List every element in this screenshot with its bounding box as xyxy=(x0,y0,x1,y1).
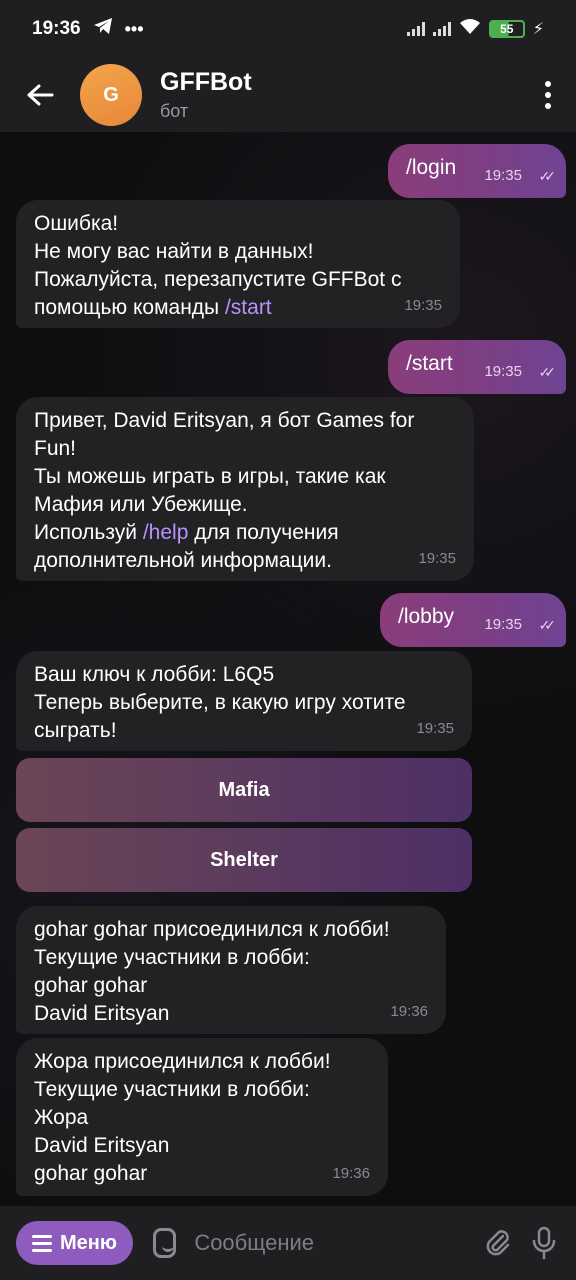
battery-icon: 55 xyxy=(488,20,525,38)
outgoing-message[interactable]: /start 19:35 ✓✓ xyxy=(388,340,566,394)
message-time: 19:35 xyxy=(484,167,522,184)
menu-button-label: Меню xyxy=(60,1231,117,1254)
telegram-icon xyxy=(93,17,113,41)
read-checks-icon: ✓✓ xyxy=(538,364,557,380)
message-line: David Eritsyan xyxy=(34,1134,170,1157)
more-menu-icon[interactable] xyxy=(520,81,576,109)
attach-icon[interactable] xyxy=(482,1228,514,1258)
read-checks-icon: ✓✓ xyxy=(538,617,557,633)
message-time: 19:35 xyxy=(484,363,522,380)
incoming-message[interactable]: Привет, David Eritsyan, я бот Games for … xyxy=(16,397,474,581)
command-link[interactable]: /help xyxy=(143,521,189,544)
message-line: Пожалуйста, перезапустите GFFBot с xyxy=(34,268,402,291)
message-line: сыграть! xyxy=(34,719,117,742)
message-line: Fun! xyxy=(34,437,77,460)
message-input[interactable] xyxy=(194,1230,483,1256)
message-text: /login xyxy=(406,156,457,179)
message-line: Жора xyxy=(34,1106,89,1129)
message-line: gohar gohar xyxy=(34,1162,148,1185)
chat-title-block[interactable]: GFFBot бот xyxy=(160,68,252,122)
message-line: Не могу вас найти в данных! xyxy=(34,240,314,263)
signal-icon-2 xyxy=(432,22,451,36)
message-composer: Меню xyxy=(0,1206,576,1280)
message-line: gohar gohar xyxy=(34,974,148,997)
message-line: помощью команды xyxy=(34,296,225,319)
outgoing-message[interactable]: /login 19:35 ✓✓ xyxy=(388,144,566,198)
message-time: 19:36 xyxy=(390,1003,428,1020)
message-line: Мафия или Убежище. xyxy=(34,493,248,516)
chat-header: G GFFBot бот xyxy=(0,58,576,132)
message-line: Используй xyxy=(34,521,143,544)
message-line: Привет, David Eritsyan, я бот Games for xyxy=(34,409,415,432)
message-line: gohar gohar присоединился к лобби! xyxy=(34,918,390,941)
message-line: David Eritsyan xyxy=(34,1002,170,1025)
incoming-message[interactable]: Ошибка! Не могу вас найти в данных! Пожа… xyxy=(16,200,460,328)
message-line: Ошибка! xyxy=(34,212,119,235)
incoming-message[interactable]: gohar gohar присоединился к лобби! Текущ… xyxy=(16,906,446,1034)
menu-icon xyxy=(32,1234,52,1252)
outgoing-message[interactable]: /lobby 19:35 ✓✓ xyxy=(380,593,566,647)
inline-button-shelter[interactable]: Shelter xyxy=(16,828,472,892)
incoming-message[interactable]: Ваш ключ к лобби: L6Q5 Теперь выберите, … xyxy=(16,651,472,751)
message-time: 19:35 xyxy=(484,616,522,633)
command-link[interactable]: /start xyxy=(225,296,272,319)
message-line: Ты можешь играть в игры, такие как xyxy=(34,465,386,488)
wifi-icon xyxy=(459,18,481,40)
chat-area[interactable]: /login 19:35 ✓✓ Ошибка! Не могу вас найт… xyxy=(0,132,576,1206)
message-time: 19:35 xyxy=(418,550,456,567)
message-line: для получения xyxy=(188,521,339,544)
read-checks-icon: ✓✓ xyxy=(538,168,557,184)
message-time: 19:35 xyxy=(404,297,442,314)
microphone-icon[interactable] xyxy=(528,1226,560,1260)
message-text: /lobby xyxy=(398,605,455,628)
chat-title: GFFBot xyxy=(160,68,252,96)
sticker-icon[interactable] xyxy=(152,1228,177,1258)
status-bar: 19:36 ••• 55 ⚡ xyxy=(0,0,576,58)
message-time: 19:35 xyxy=(416,720,454,737)
chat-subtitle: бот xyxy=(160,101,189,121)
more-notifications-icon: ••• xyxy=(124,18,144,39)
bot-menu-button[interactable]: Меню xyxy=(16,1221,133,1265)
inline-button-mafia[interactable]: Mafia xyxy=(16,758,472,822)
message-time: 19:36 xyxy=(332,1165,370,1182)
message-line: Жора присоединился к лобби! xyxy=(34,1050,331,1073)
message-line: Текущие участники в лобби: xyxy=(34,1078,310,1101)
message-line: Теперь выберите, в какую игру хотите xyxy=(34,691,406,714)
message-text: /start xyxy=(406,352,453,375)
back-arrow-icon[interactable] xyxy=(0,83,80,107)
message-line: Ваш ключ к лобби: L6Q5 xyxy=(34,663,275,686)
charging-icon: ⚡ xyxy=(532,21,544,38)
signal-icon xyxy=(406,22,425,36)
message-line: Текущие участники в лобби: xyxy=(34,946,310,969)
status-time: 19:36 xyxy=(32,18,81,39)
message-line: дополнительной информации. xyxy=(34,549,332,572)
avatar[interactable]: G xyxy=(80,64,142,126)
incoming-message[interactable]: Жора присоединился к лобби! Текущие учас… xyxy=(16,1038,388,1196)
